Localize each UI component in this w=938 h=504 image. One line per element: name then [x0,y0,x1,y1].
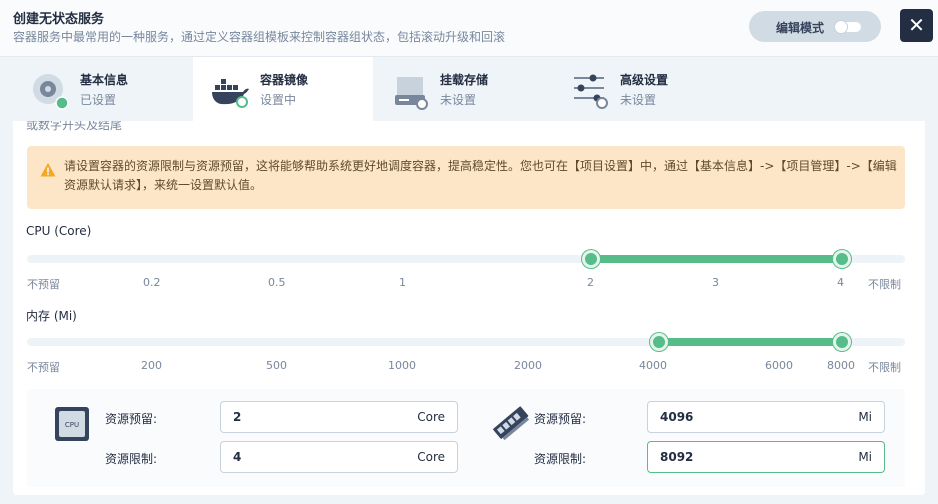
cpu-slider-label: CPU (Core) [26,224,92,238]
memory-mark: 8000 [827,359,855,372]
memory-slider-handle-max[interactable] [833,333,851,351]
close-icon: ✕ [908,13,925,37]
memory-request-label: 资源预留: [534,412,587,426]
cpu-mark: 不限制 [868,278,901,291]
tab-title: 容器镜像 [260,73,309,87]
cpu-slider-handle-min[interactable] [582,250,600,268]
tab-basic-info[interactable]: 基本信息 已设置 [0,57,180,121]
cpu-mark: 3 [712,276,719,289]
memory-mark: 4000 [639,359,667,372]
storage-icon [395,77,428,110]
tab-advanced-settings[interactable]: 高级设置 未设置 [553,57,733,121]
resource-inputs: CPU 资源预留: 2 Core 资源限制: 4 Core 资源预留: 4096… [27,389,905,487]
resource-panel: 或数字开头及结尾 请设置容器的资源限制与资源预留，这将能够帮助系统更好地调度容器… [13,121,925,495]
memory-mark: 500 [266,359,287,372]
tab-title: 挂载存储 [440,73,489,87]
memory-limit-unit: Mi [858,450,872,464]
cpu-limit-label: 资源限制: [105,452,158,466]
cpu-mark: 不预留 [27,278,60,291]
cpu-request-value: 2 [233,410,242,424]
cpu-limit-value: 4 [233,450,242,464]
toggle-knob [834,20,848,34]
memory-limit-label: 资源限制: [534,452,587,466]
cpu-limit-input[interactable]: 4 Core [220,441,458,473]
tab-mount-storage[interactable]: 挂载存储 未设置 [373,57,553,121]
close-button[interactable]: ✕ [900,9,933,42]
cpu-request-unit: Core [417,410,445,424]
page-description: 容器服务中最常用的一种服务，通过定义容器组模板来控制容器组状态，包括滚动升级和回… [13,30,506,44]
memory-request-value: 4096 [660,410,694,424]
cpu-limit-unit: Core [417,450,445,464]
step-tabs: 基本信息 已设置 容器镜像 设置中 挂载存储 未设置 高级设置 未设置 [0,57,938,121]
tab-status: 未设置 [620,93,657,107]
memory-mark: 200 [141,359,162,372]
tab-title: 高级设置 [620,73,669,87]
memory-stick-icon [493,406,530,441]
toggle-switch[interactable] [834,20,861,34]
memory-mark: 不预留 [27,361,60,374]
memory-limit-input[interactable]: 8092 Mi [647,441,885,473]
tab-status: 已设置 [80,93,117,107]
edit-mode-label: 编辑模式 [776,21,825,35]
memory-mark: 不限制 [868,361,901,374]
memory-request-unit: Mi [858,410,872,424]
cpu-slider-track[interactable] [27,250,905,268]
tab-status: 设置中 [260,93,297,107]
cpu-slider-handle-max[interactable] [833,250,851,268]
page-title: 创建无状态服务 [13,12,105,27]
memory-mark: 2000 [514,359,542,372]
sliders-icon [574,74,608,109]
memory-slider-label: 内存 (Mi) [26,309,77,323]
tab-title: 基本信息 [80,73,129,87]
warning-banner: 请设置容器的资源限制与资源预留，这将能够帮助系统更好地调度容器，提高稳定性。您也… [27,146,905,209]
warning-text: 请设置容器的资源限制与资源预留，这将能够帮助系统更好地调度容器，提高稳定性。您也… [64,159,897,192]
cpu-mark: 0.5 [268,276,286,289]
memory-slider-track[interactable] [27,333,905,351]
memory-request-input[interactable]: 4096 Mi [647,401,885,433]
memory-limit-value: 8092 [660,450,694,464]
disk-icon [33,74,69,110]
tab-container-image[interactable]: 容器镜像 设置中 [193,57,373,121]
cpu-slider-fill [591,255,842,263]
docker-icon [212,79,249,108]
modal-header: 创建无状态服务 容器服务中最常用的一种服务，通过定义容器组模板来控制容器组状态，… [0,0,938,57]
warning-icon [40,163,56,177]
cpu-chip-text: CPU [65,421,79,429]
cpu-mark: 1 [399,276,406,289]
edit-mode-toggle[interactable]: 编辑模式 [749,11,881,42]
cpu-mark: 2 [587,276,594,289]
hint-text: 或数字开头及结尾 [26,121,123,132]
cpu-request-input[interactable]: 2 Core [220,401,458,433]
cpu-request-label: 资源预留: [105,412,158,426]
memory-slider-fill [659,338,842,346]
cpu-mark: 4 [837,276,844,289]
memory-mark: 1000 [388,359,416,372]
cpu-chip-icon: CPU [55,407,89,441]
memory-mark: 6000 [765,359,793,372]
cpu-mark: 0.2 [143,276,161,289]
memory-slider-handle-min[interactable] [650,333,668,351]
tab-status: 未设置 [440,93,477,107]
